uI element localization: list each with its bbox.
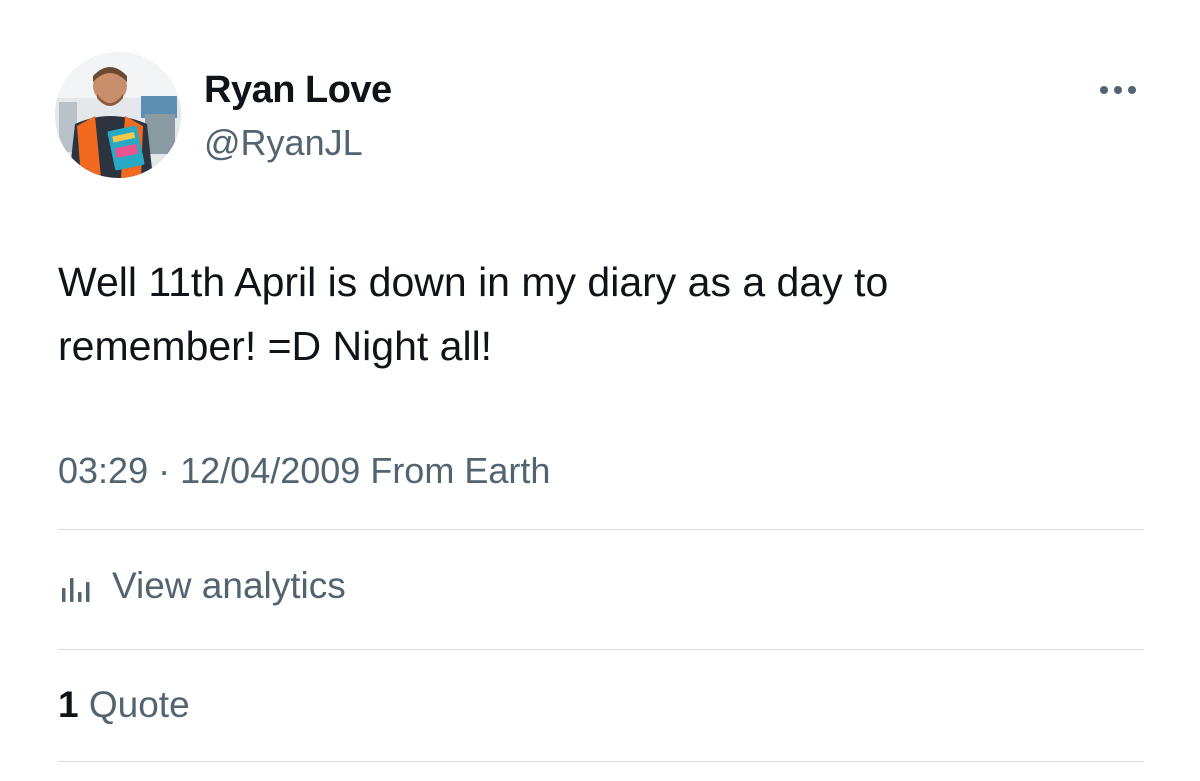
quote-count: 1 (58, 684, 79, 725)
avatar-photo (55, 52, 181, 178)
author-display-name[interactable]: Ryan Love (204, 66, 392, 114)
tweet-metadata: 03:29 · 12/04/2009 From Earth (58, 446, 550, 496)
author-handle[interactable]: @RyanJL (204, 120, 363, 166)
ellipsis-icon (1094, 70, 1144, 110)
tweet-time[interactable]: 03:29 (58, 450, 148, 491)
divider (58, 761, 1144, 762)
tweet-date[interactable]: 12/04/2009 (180, 450, 360, 491)
tweet-text-line: remember! =D Night all! (58, 323, 493, 369)
view-analytics-label: View analytics (112, 565, 346, 606)
view-analytics-button[interactable]: View analytics (58, 558, 346, 614)
avatar[interactable] (55, 52, 181, 178)
bar-chart-icon (58, 566, 98, 606)
divider (58, 529, 1144, 530)
tweet-source: From Earth (370, 450, 551, 491)
quotes-link[interactable]: 1 Quote (58, 680, 190, 730)
meta-separator: · (158, 450, 171, 491)
quote-label: Quote (88, 684, 190, 725)
divider (58, 649, 1144, 650)
tweet-text-line: Well 11th April is down in my diary as a… (58, 259, 889, 305)
tweet-text: Well 11th April is down in my diary as a… (58, 250, 1148, 378)
more-options-button[interactable] (1094, 70, 1144, 110)
tweet-detail: Ryan Love @RyanJL Well 11th April is dow… (0, 0, 1200, 781)
